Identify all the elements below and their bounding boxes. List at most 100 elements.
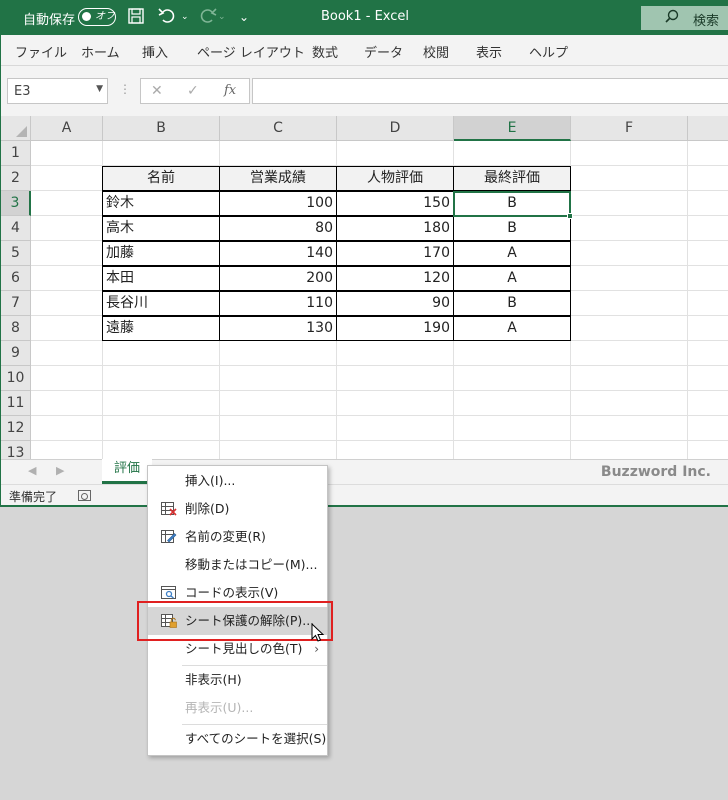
table-cell[interactable]: 高木	[102, 216, 220, 241]
formula-bar-resize-handle[interactable]: ⋮	[119, 82, 131, 96]
table-cell[interactable]: B	[453, 291, 571, 316]
column-header-b[interactable]: B	[103, 116, 220, 141]
table-cell[interactable]: 90	[336, 291, 454, 316]
column-header-c[interactable]: C	[220, 116, 337, 141]
column-header-d[interactable]: D	[337, 116, 454, 141]
table-cell[interactable]: 150	[336, 191, 454, 216]
menu-item-move-or-copy[interactable]: 移動またはコピー(M)...	[148, 551, 327, 579]
sheet-tab-bar: ◀ ▶ 評価 Buzzword Inc.	[1, 459, 728, 484]
table-cell[interactable]: 180	[336, 216, 454, 241]
table-cell[interactable]: 加藤	[102, 241, 220, 266]
column-header-f[interactable]: F	[571, 116, 688, 141]
menu-item-label: コードの表示(V)	[185, 585, 279, 600]
menu-item-insert[interactable]: 挿入(I)...	[148, 467, 327, 495]
scroll-tabs-left-icon[interactable]: ◀	[28, 464, 36, 477]
formula-bar: E3 ▼ ⋮ ✕ ✓ fx	[1, 66, 728, 116]
gridline	[31, 365, 728, 366]
column-header-g[interactable]	[688, 116, 728, 141]
table-cell[interactable]: A	[453, 266, 571, 291]
table-cell[interactable]: 140	[219, 241, 337, 266]
table-cell[interactable]: 200	[219, 266, 337, 291]
row-header-13[interactable]: 13	[1, 441, 31, 459]
table-cell[interactable]: 170	[336, 241, 454, 266]
scroll-tabs-right-icon[interactable]: ▶	[56, 464, 64, 477]
formula-input[interactable]	[252, 78, 728, 104]
tab-help[interactable]: ヘルプ	[529, 42, 568, 61]
table-cell[interactable]: A	[453, 241, 571, 266]
menu-item-label: 削除(D)	[185, 501, 230, 516]
row-header-11[interactable]: 11	[1, 391, 31, 416]
table-header-cell[interactable]: 最終評価	[453, 166, 571, 191]
name-box[interactable]: E3 ▼	[7, 78, 108, 104]
title-bar: 自動保存 オフ ⌄ ⌄ ⌄ Book1 - Excel 検索	[1, 0, 728, 35]
table-cell[interactable]: 110	[219, 291, 337, 316]
row-header-9[interactable]: 9	[1, 341, 31, 366]
sheet-tab-active[interactable]: 評価	[102, 459, 152, 484]
table-cell[interactable]: 120	[336, 266, 454, 291]
formula-buttons: ✕ ✓ fx	[140, 78, 250, 104]
tab-file[interactable]: ファイル	[15, 42, 67, 61]
active-cell-selection[interactable]	[453, 191, 573, 219]
tab-review[interactable]: 校閲	[423, 42, 449, 61]
row-header-8[interactable]: 8	[1, 316, 31, 341]
table-cell[interactable]: 本田	[102, 266, 220, 291]
row-header-6[interactable]: 6	[1, 266, 31, 291]
table-cell[interactable]: 130	[219, 316, 337, 341]
tab-formulas[interactable]: 数式	[312, 42, 338, 61]
menu-item-select-all-sheets[interactable]: すべてのシートを選択(S)	[148, 725, 327, 753]
cancel-icon: ✕	[151, 83, 163, 99]
tab-page-layout[interactable]: ページ レイアウト	[197, 42, 305, 61]
table-cell[interactable]: A	[453, 316, 571, 341]
table-header-cell[interactable]: 名前	[102, 166, 220, 191]
menu-item-delete[interactable]: 削除(D)	[148, 495, 327, 523]
tab-view[interactable]: 表示	[476, 42, 502, 61]
search-box[interactable]: 検索	[641, 6, 728, 30]
row-header-4[interactable]: 4	[1, 216, 31, 241]
table-header-cell[interactable]: 人物評価	[336, 166, 454, 191]
worksheet-grid[interactable]: A B C D E F 1 2 3 4 5 6 7 8 9 10 11 12 1…	[1, 116, 728, 459]
column-header-e[interactable]: E	[454, 116, 571, 141]
gridline	[31, 390, 728, 391]
row-header-1[interactable]: 1	[1, 141, 31, 166]
table-cell[interactable]: 80	[219, 216, 337, 241]
row-header-5[interactable]: 5	[1, 241, 31, 266]
delete-sheet-icon	[161, 502, 177, 516]
tab-data[interactable]: データ	[364, 42, 403, 61]
ribbon-tabs: ファイル ホーム 挿入 ページ レイアウト 数式 データ 校閲 表示 ヘルプ	[1, 35, 728, 66]
gridline	[31, 440, 728, 441]
menu-item-rename[interactable]: 名前の変更(R)	[148, 523, 327, 551]
fill-handle[interactable]	[567, 213, 573, 219]
row-header-3[interactable]: 3	[1, 191, 31, 216]
status-bar: 準備完了	[1, 484, 728, 505]
table-cell[interactable]: 長谷川	[102, 291, 220, 316]
status-text: 準備完了	[9, 490, 58, 504]
table-cell[interactable]: 190	[336, 316, 454, 341]
rename-sheet-icon	[161, 530, 177, 543]
menu-item-label: 名前の変更(R)	[185, 529, 266, 544]
watermark: Buzzword Inc.	[600, 464, 711, 480]
column-header-a[interactable]: A	[31, 116, 103, 141]
enter-icon: ✓	[187, 83, 199, 99]
select-all-button[interactable]	[1, 116, 31, 141]
table-cell[interactable]: 遠藤	[102, 316, 220, 341]
excel-window: 自動保存 オフ ⌄ ⌄ ⌄ Book1 - Excel 検索 ファイル ホーム …	[0, 0, 728, 507]
row-header-7[interactable]: 7	[1, 291, 31, 316]
select-all-triangle-icon	[16, 126, 27, 137]
insert-function-icon[interactable]: fx	[224, 83, 236, 98]
name-box-dropdown-icon[interactable]: ▼	[96, 84, 103, 94]
table-header-cell[interactable]: 営業成績	[219, 166, 337, 191]
highlight-annotation-box	[137, 601, 333, 641]
view-code-icon	[161, 586, 176, 599]
macro-recording-icon[interactable]	[78, 490, 91, 501]
tab-insert[interactable]: 挿入	[142, 42, 168, 61]
name-box-value: E3	[14, 84, 31, 99]
table-cell[interactable]: 鈴木	[102, 191, 220, 216]
row-header-10[interactable]: 10	[1, 366, 31, 391]
table-cell[interactable]: B	[453, 216, 571, 241]
row-header-12[interactable]: 12	[1, 416, 31, 441]
menu-item-hide[interactable]: 非表示(H)	[148, 666, 327, 694]
menu-item-label: シート見出しの色(T)	[185, 641, 303, 656]
row-header-2[interactable]: 2	[1, 166, 31, 191]
table-cell[interactable]: 100	[219, 191, 337, 216]
tab-home[interactable]: ホーム	[81, 42, 120, 61]
